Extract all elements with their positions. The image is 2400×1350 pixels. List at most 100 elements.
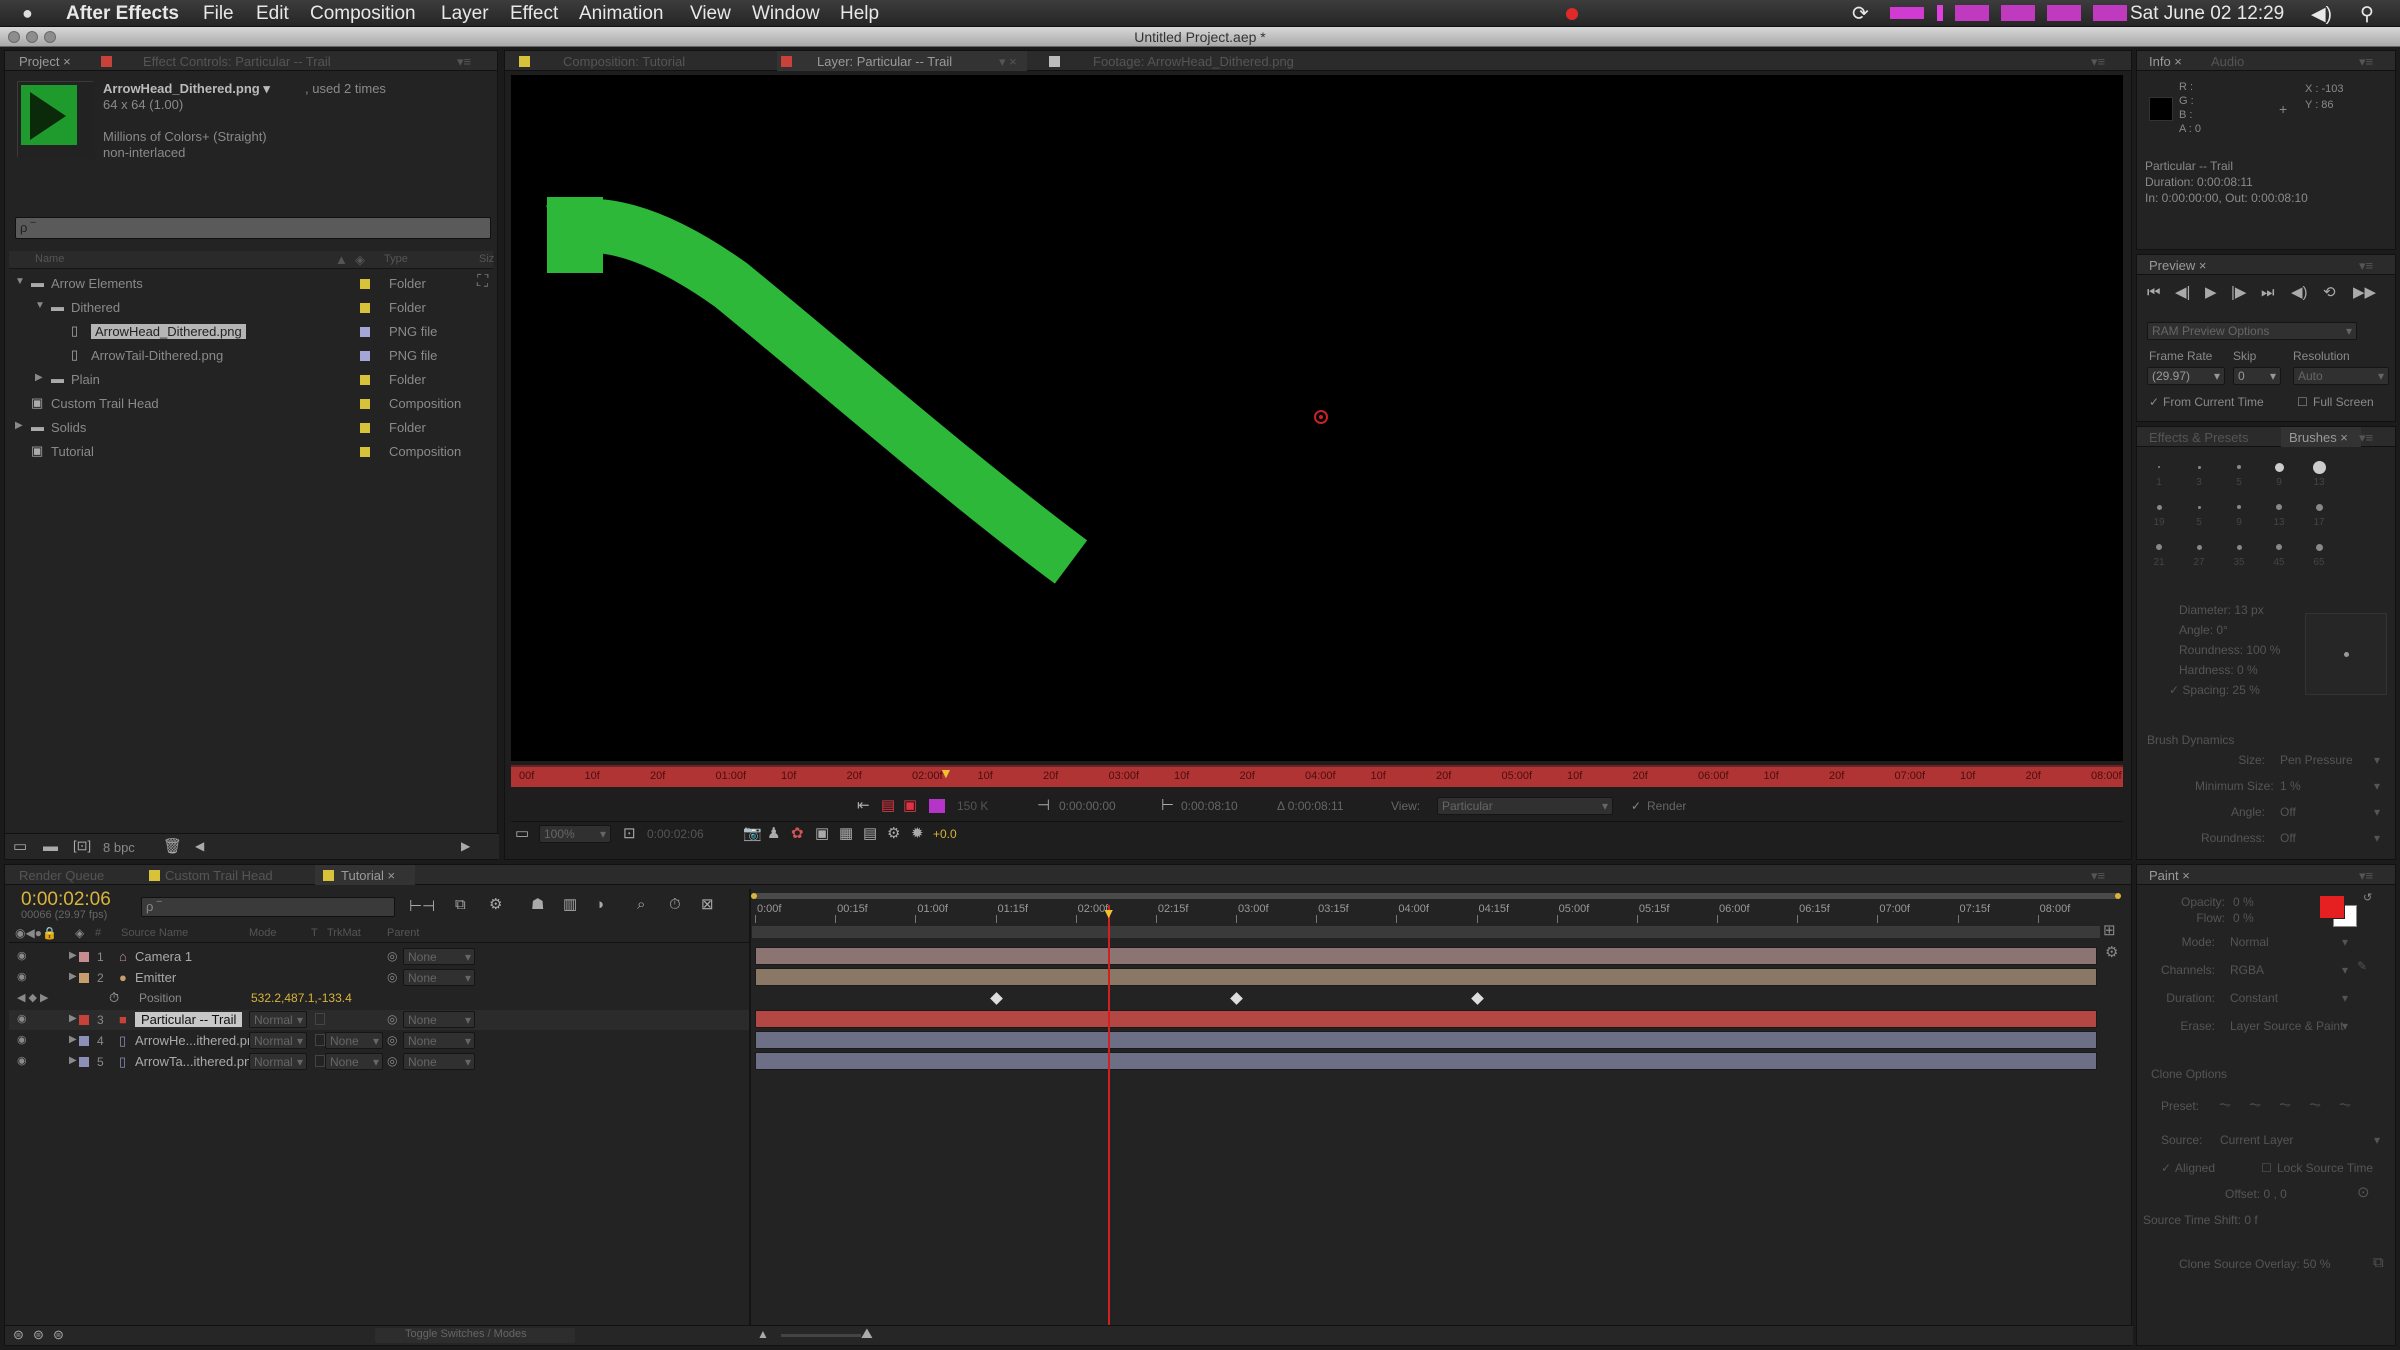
exposure-icon[interactable]: ✹ bbox=[911, 826, 924, 841]
column-name[interactable]: Name bbox=[35, 253, 64, 265]
brush-property[interactable]: Angle: 0° bbox=[2179, 623, 2228, 637]
paint-property-dropdown[interactable]: RGBA ▾ bbox=[2225, 961, 2353, 979]
project-item[interactable]: ▶ ▬ Plain Folder bbox=[9, 369, 473, 391]
paint-tool-icon[interactable]: ✎ bbox=[2357, 959, 2367, 973]
layer-twirl-icon[interactable]: ▶ bbox=[69, 1055, 77, 1066]
toggle-panes-3-icon[interactable]: ⊜ bbox=[53, 1328, 64, 1341]
source-time-shift[interactable]: Source Time Shift: 0 f bbox=[2143, 1213, 2258, 1227]
label-color-swatch[interactable] bbox=[360, 375, 370, 385]
tab-effect-controls[interactable]: Effect Controls: Particular -- Trail bbox=[143, 54, 331, 69]
clone-preset-5-icon[interactable]: ⏦ bbox=[2339, 1097, 2351, 1112]
twirl-icon[interactable]: ▶ bbox=[35, 372, 43, 383]
paint-property-dropdown[interactable]: Constant ▾ bbox=[2225, 989, 2353, 1007]
from-current-checkbox[interactable]: ✓ bbox=[2149, 395, 2159, 409]
label-header-icon[interactable]: ◈ bbox=[75, 926, 84, 940]
menu-composition[interactable]: Composition bbox=[310, 3, 416, 25]
sync-icon[interactable]: ⟳ bbox=[1852, 1, 1869, 26]
blend-mode-dropdown[interactable]: Normal ▾ bbox=[249, 1011, 307, 1028]
frame-blending-icon[interactable]: ▥ bbox=[563, 897, 577, 912]
menu-view[interactable]: View bbox=[690, 3, 731, 25]
tab-custom-trail-head[interactable]: Custom Trail Head bbox=[165, 868, 273, 883]
auto-keyframe-icon[interactable]: ⏱ bbox=[669, 897, 681, 912]
mini-playhead-icon[interactable]: ▼ bbox=[939, 765, 953, 781]
aligned-checkbox[interactable]: ✓ bbox=[2161, 1161, 2171, 1175]
keyframe-nav-icon[interactable]: ◀ ◆ ▶ bbox=[17, 991, 49, 1004]
paint-property-value[interactable]: 0 % bbox=[2233, 895, 2254, 909]
label-color-swatch[interactable] bbox=[360, 303, 370, 313]
wrench-icon[interactable]: ⚙ bbox=[2105, 945, 2118, 960]
preserve-transparency-box[interactable] bbox=[315, 1013, 325, 1025]
menu-window[interactable]: Window bbox=[752, 3, 820, 25]
preserve-transparency-box[interactable] bbox=[315, 1055, 325, 1067]
status-bar-icon[interactable] bbox=[1890, 7, 1924, 19]
timeline-search-input[interactable]: ρ ‾ bbox=[141, 897, 395, 917]
parent-pickwhip-icon[interactable]: ◎ bbox=[387, 949, 397, 963]
swap-colors-icon[interactable]: ↺ bbox=[2363, 891, 2372, 904]
column-size[interactable]: Siz bbox=[479, 253, 494, 265]
keyframe-marker[interactable] bbox=[1470, 992, 1484, 1005]
dynamics-dropdown[interactable]: Off ▾ bbox=[2275, 803, 2385, 821]
column-source-name[interactable]: Source Name bbox=[121, 927, 188, 939]
clone-preset-1-icon[interactable]: ⏦ bbox=[2219, 1097, 2231, 1112]
brush-tip-icon[interactable] bbox=[2274, 462, 2284, 472]
layer-duration-bar[interactable] bbox=[755, 1031, 2097, 1049]
brush-tip-icon[interactable] bbox=[2237, 465, 2241, 469]
layer-row[interactable]: ◉ ▶ 4 ▯ ArrowHe...ithered.png Normal ▾ None ▾ ◎ No… bbox=[9, 1031, 749, 1051]
motion-blur-icon[interactable]: ◑ bbox=[595, 897, 604, 912]
brush-tip-icon[interactable] bbox=[2276, 544, 2282, 550]
ram-preview-options-dropdown[interactable]: RAM Preview Options ▾ bbox=[2147, 322, 2357, 340]
tab-tutorial[interactable]: Tutorial × bbox=[341, 868, 395, 883]
apple-icon[interactable]: ● bbox=[22, 3, 33, 24]
tab-composition-tutorial[interactable]: Composition: Tutorial bbox=[563, 54, 685, 69]
viewer-panel-menu-icon[interactable]: ▾≡ bbox=[2091, 54, 2105, 70]
grid-icon[interactable]: ▤ bbox=[863, 826, 877, 841]
tab-dropdown-icon[interactable]: ▾ × bbox=[999, 54, 1017, 70]
menu-extra-4-icon[interactable] bbox=[2093, 5, 2127, 21]
project-item[interactable]: ▼ ▬ Dithered Folder bbox=[9, 297, 473, 319]
layer-name[interactable]: Particular -- Trail bbox=[135, 1012, 243, 1027]
layer-label-swatch[interactable] bbox=[79, 973, 89, 983]
timeline-timecode[interactable]: 0:00:02:06 bbox=[21, 889, 111, 911]
show-snapshot-icon[interactable]: ♟ bbox=[767, 826, 780, 841]
parent-dropdown[interactable]: None ▾ bbox=[403, 969, 475, 986]
tab-project[interactable]: Project × bbox=[19, 54, 71, 69]
visibility-eye-icon[interactable]: ◉ bbox=[17, 1054, 27, 1067]
layer-duration-bar[interactable] bbox=[755, 968, 2097, 986]
tab-render-queue[interactable]: Render Queue bbox=[19, 868, 104, 883]
mute-audio-icon[interactable]: ◀) bbox=[2291, 285, 2308, 300]
menu-animation[interactable]: Animation bbox=[579, 3, 664, 25]
parent-pickwhip-icon[interactable]: ◎ bbox=[387, 970, 397, 984]
info-menu-icon[interactable]: ▾≡ bbox=[2359, 54, 2373, 70]
graph-editor-icon[interactable]: ⊠ bbox=[701, 897, 714, 912]
paint-property-dropdown[interactable]: Normal ▾ bbox=[2225, 933, 2353, 951]
twirl-icon[interactable]: ▼ bbox=[35, 300, 45, 311]
parent-dropdown[interactable]: None ▾ bbox=[403, 1053, 475, 1070]
clone-preset-2-icon[interactable]: ⏦ bbox=[2249, 1097, 2261, 1112]
menu-clock[interactable]: Sat June 02 12:29 bbox=[2130, 3, 2284, 25]
channel-swatch-icon[interactable] bbox=[929, 799, 945, 813]
next-frame-icon[interactable]: |▶ bbox=[2231, 285, 2246, 300]
toggle-panes-1-icon[interactable]: ⊜ bbox=[13, 1328, 24, 1341]
layer-twirl-icon[interactable]: ▶ bbox=[69, 971, 77, 982]
first-frame-icon[interactable]: ⏮ bbox=[2147, 285, 2161, 300]
property-value[interactable]: 532.2,487.1,-133.4 bbox=[251, 991, 352, 1005]
brush-tip-icon[interactable] bbox=[2196, 544, 2202, 550]
menu-layer[interactable]: Layer bbox=[441, 3, 489, 25]
menu-extra-3-icon[interactable] bbox=[2047, 5, 2081, 21]
column-type[interactable]: Type bbox=[384, 253, 408, 265]
set-out-icon[interactable]: ⊢ bbox=[1161, 798, 1174, 813]
overlay-mode-icon[interactable]: ⧉ bbox=[2373, 1255, 2384, 1270]
comp-button-icon[interactable]: ⊞ bbox=[2103, 923, 2116, 938]
view-dropdown[interactable]: Particular ▾ bbox=[1437, 797, 1613, 815]
layer-label-swatch[interactable] bbox=[79, 1015, 89, 1025]
paint-menu-icon[interactable]: ▾≡ bbox=[2359, 868, 2373, 884]
twirl-icon[interactable]: ▶ bbox=[15, 420, 23, 431]
zoom-dropdown[interactable]: 100% ▾ bbox=[539, 825, 611, 843]
zoom-in-icon[interactable]: ⛰ bbox=[861, 1326, 873, 1340]
new-composition-icon[interactable]: [⊡] bbox=[73, 839, 91, 852]
volume-icon[interactable]: ◀) bbox=[2311, 3, 2332, 26]
brush-tip-icon[interactable] bbox=[2237, 505, 2241, 509]
spotlight-search-icon[interactable]: ⚲ bbox=[2360, 3, 2374, 26]
twirl-icon[interactable]: ▼ bbox=[15, 276, 25, 287]
channels-icon[interactable]: ✿ bbox=[791, 826, 804, 841]
